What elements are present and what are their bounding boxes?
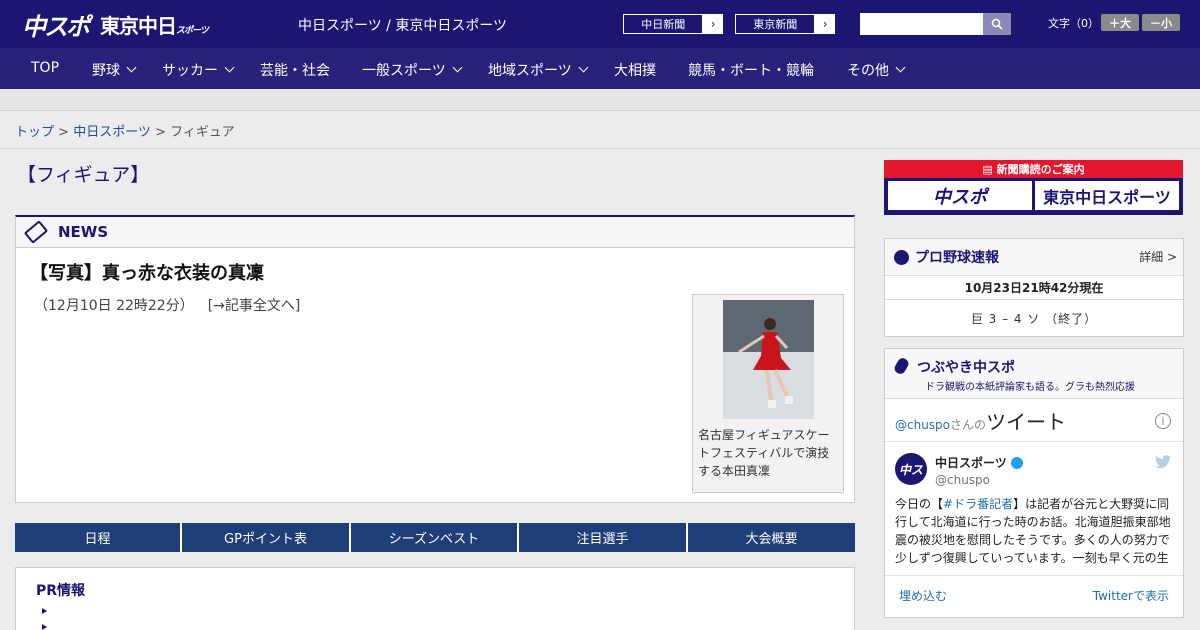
divider (885, 441, 1183, 442)
search-icon (991, 18, 1003, 30)
twitter-widget: つぶやき中スポ ドラ観戦の本紙評論家も語る。グラも熱烈応援 @chuspoさんの… (884, 348, 1184, 618)
site-logo[interactable]: 中スポ 東京中日スポーツ (22, 7, 209, 42)
subscription-banner[interactable]: ▤ 新聞購読のご案内 中スポ 東京中日スポーツ (884, 160, 1183, 215)
subscribe-chuspo-button[interactable]: 中スポ (888, 181, 1032, 210)
photo-caption: 名古屋フィギュアスケートフェスティバルで演技する本田真凜 (698, 428, 830, 478)
article-meta: （12月10日 22時22分） [→記事全文へ] (34, 295, 300, 315)
baseball-scores: プロ野球速報 詳細 > 10月23日21時42分現在 巨 3 – 4 ソ （終了… (884, 238, 1184, 337)
site-title: 中日スポーツ / 東京中日スポーツ (298, 18, 508, 34)
font-size-label: 文字（0） (1048, 17, 1099, 30)
chevron-down-icon (224, 62, 235, 73)
nav-item-racing[interactable]: 競馬・ボート・競輪 (688, 60, 814, 80)
site-header: 中スポ 東京中日スポーツ 中日スポーツ / 東京中日スポーツ 中日新聞 › 東京… (0, 0, 1200, 48)
tab-season-best[interactable]: シーズンベスト (351, 523, 519, 552)
tweets-heading: @chuspoさんのツイート (895, 410, 1067, 434)
font-smaller-button[interactable]: －小 (1142, 14, 1180, 31)
chevron-down-icon (126, 62, 137, 73)
verified-icon (1010, 457, 1023, 469)
nav-item-baseball[interactable]: 野球 (92, 60, 137, 80)
chevron-down-icon (895, 62, 906, 73)
news-box: NEWS 【写真】真っ赤な衣装の真凜 （12月10日 22時22分） [→記事全文… (15, 215, 855, 503)
pr-title: PR情報 (36, 583, 86, 599)
baseball-score[interactable]: 巨 3 – 4 ソ （終了） (885, 300, 1183, 336)
nav-item-local-sports[interactable]: 地域スポーツ (488, 60, 589, 80)
info-icon[interactable]: i (1155, 413, 1171, 429)
breadcrumb: トップ > 中日スポーツ > フィギュア (15, 125, 235, 140)
hashtag-link[interactable]: #ドラ番記者 (943, 497, 1013, 511)
nav-item-other[interactable]: その他 (847, 60, 906, 80)
tokyo-shimbun-button[interactable]: 東京新聞 › (734, 13, 836, 35)
twitter-widget-header: つぶやき中スポ ドラ観戦の本紙評論家も語る。グラも熱烈応援 (885, 349, 1183, 399)
tweet-body: 今日の【#ドラ番記者】は記者が谷元と大野奨に同行して北海道に行った時のお話。北海… (895, 497, 1171, 565)
nav-item-soccer[interactable]: サッカー (162, 60, 235, 80)
font-larger-button[interactable]: ＋大 (1101, 14, 1139, 31)
breadcrumb-section[interactable]: 中日スポーツ (73, 125, 151, 140)
embed-link[interactable]: 埋め込む (899, 587, 947, 604)
article-date: （12月10日 22時22分） (34, 298, 194, 314)
main-nav: TOP 野球 サッカー 芸能・社会 一般スポーツ 地域スポーツ 大相撲 競馬・ボ… (0, 48, 1200, 89)
pr-box: PR情報 (15, 567, 855, 630)
tab-gp-points[interactable]: GPポイント表 (182, 523, 351, 552)
baseball-detail-link[interactable]: 詳細 > (1139, 248, 1177, 265)
baseball-icon (894, 249, 909, 265)
tab-event-overview[interactable]: 大会概要 (688, 523, 855, 552)
chevron-right-icon: › (815, 14, 835, 34)
chunichi-shimbun-button[interactable]: 中日新聞 › (622, 13, 724, 35)
chuspo-logo[interactable]: 中スポ (22, 7, 90, 42)
nav-item-top[interactable]: TOP (31, 60, 59, 76)
article-title: 【写真】真っ赤な衣装の真凜 (30, 263, 264, 284)
baseball-timestamp: 10月23日21時42分現在 (885, 276, 1183, 300)
pr-bullet-icon (42, 608, 47, 614)
figure-tabs: 日程 GPポイント表 シーズンベスト 注目選手 大会概要 (15, 523, 855, 552)
microphone-icon (892, 356, 911, 376)
chevron-down-icon (578, 62, 589, 73)
nav-item-sumo[interactable]: 大相撲 (614, 60, 656, 80)
avatar[interactable]: 中ス (895, 453, 927, 485)
tab-schedule[interactable]: 日程 (15, 523, 182, 552)
divider (885, 575, 1183, 576)
search-input[interactable] (860, 13, 984, 35)
ticket-icon (23, 220, 49, 244)
article-photo[interactable] (723, 300, 814, 419)
ad-strip (0, 89, 1200, 111)
view-on-twitter-link[interactable]: Twitterで表示 (1093, 587, 1169, 604)
subscription-heading: ▤ 新聞購読のご案内 (982, 163, 1085, 176)
pr-bullet-icon (42, 624, 47, 630)
tab-featured-skaters[interactable]: 注目選手 (519, 523, 688, 552)
read-full-article-link[interactable]: [→記事全文へ] (208, 298, 301, 314)
tokyo-chunichi-logo[interactable]: 東京中日スポーツ (100, 10, 209, 39)
tweet-author-name[interactable]: 中日スポーツ (935, 454, 1023, 471)
photo-box: 名古屋フィギュアスケートフェスティバルで演技する本田真凜 (692, 294, 844, 493)
subscribe-tokyo-chunichi-button[interactable]: 東京中日スポーツ (1035, 181, 1179, 210)
page-title: 【フィギュア】 (17, 164, 150, 186)
chevron-down-icon (452, 62, 463, 73)
tweets-handle-link[interactable]: @chuspo (895, 418, 950, 432)
tweet-author-handle[interactable]: @chuspo (935, 473, 990, 487)
nav-item-general-sports[interactable]: 一般スポーツ (362, 60, 463, 80)
breadcrumb-current: フィギュア (170, 125, 235, 140)
nav-item-entertainment[interactable]: 芸能・社会 (260, 60, 330, 80)
search-button[interactable] (983, 13, 1011, 35)
divider (0, 148, 1200, 149)
news-header: NEWS (16, 217, 854, 248)
breadcrumb-top[interactable]: トップ (15, 125, 54, 140)
newspaper-icon: ▤ (982, 163, 997, 176)
twitter-bird-icon[interactable] (1155, 455, 1171, 473)
chevron-right-icon: › (703, 14, 723, 34)
skater-photo-icon (723, 300, 814, 419)
